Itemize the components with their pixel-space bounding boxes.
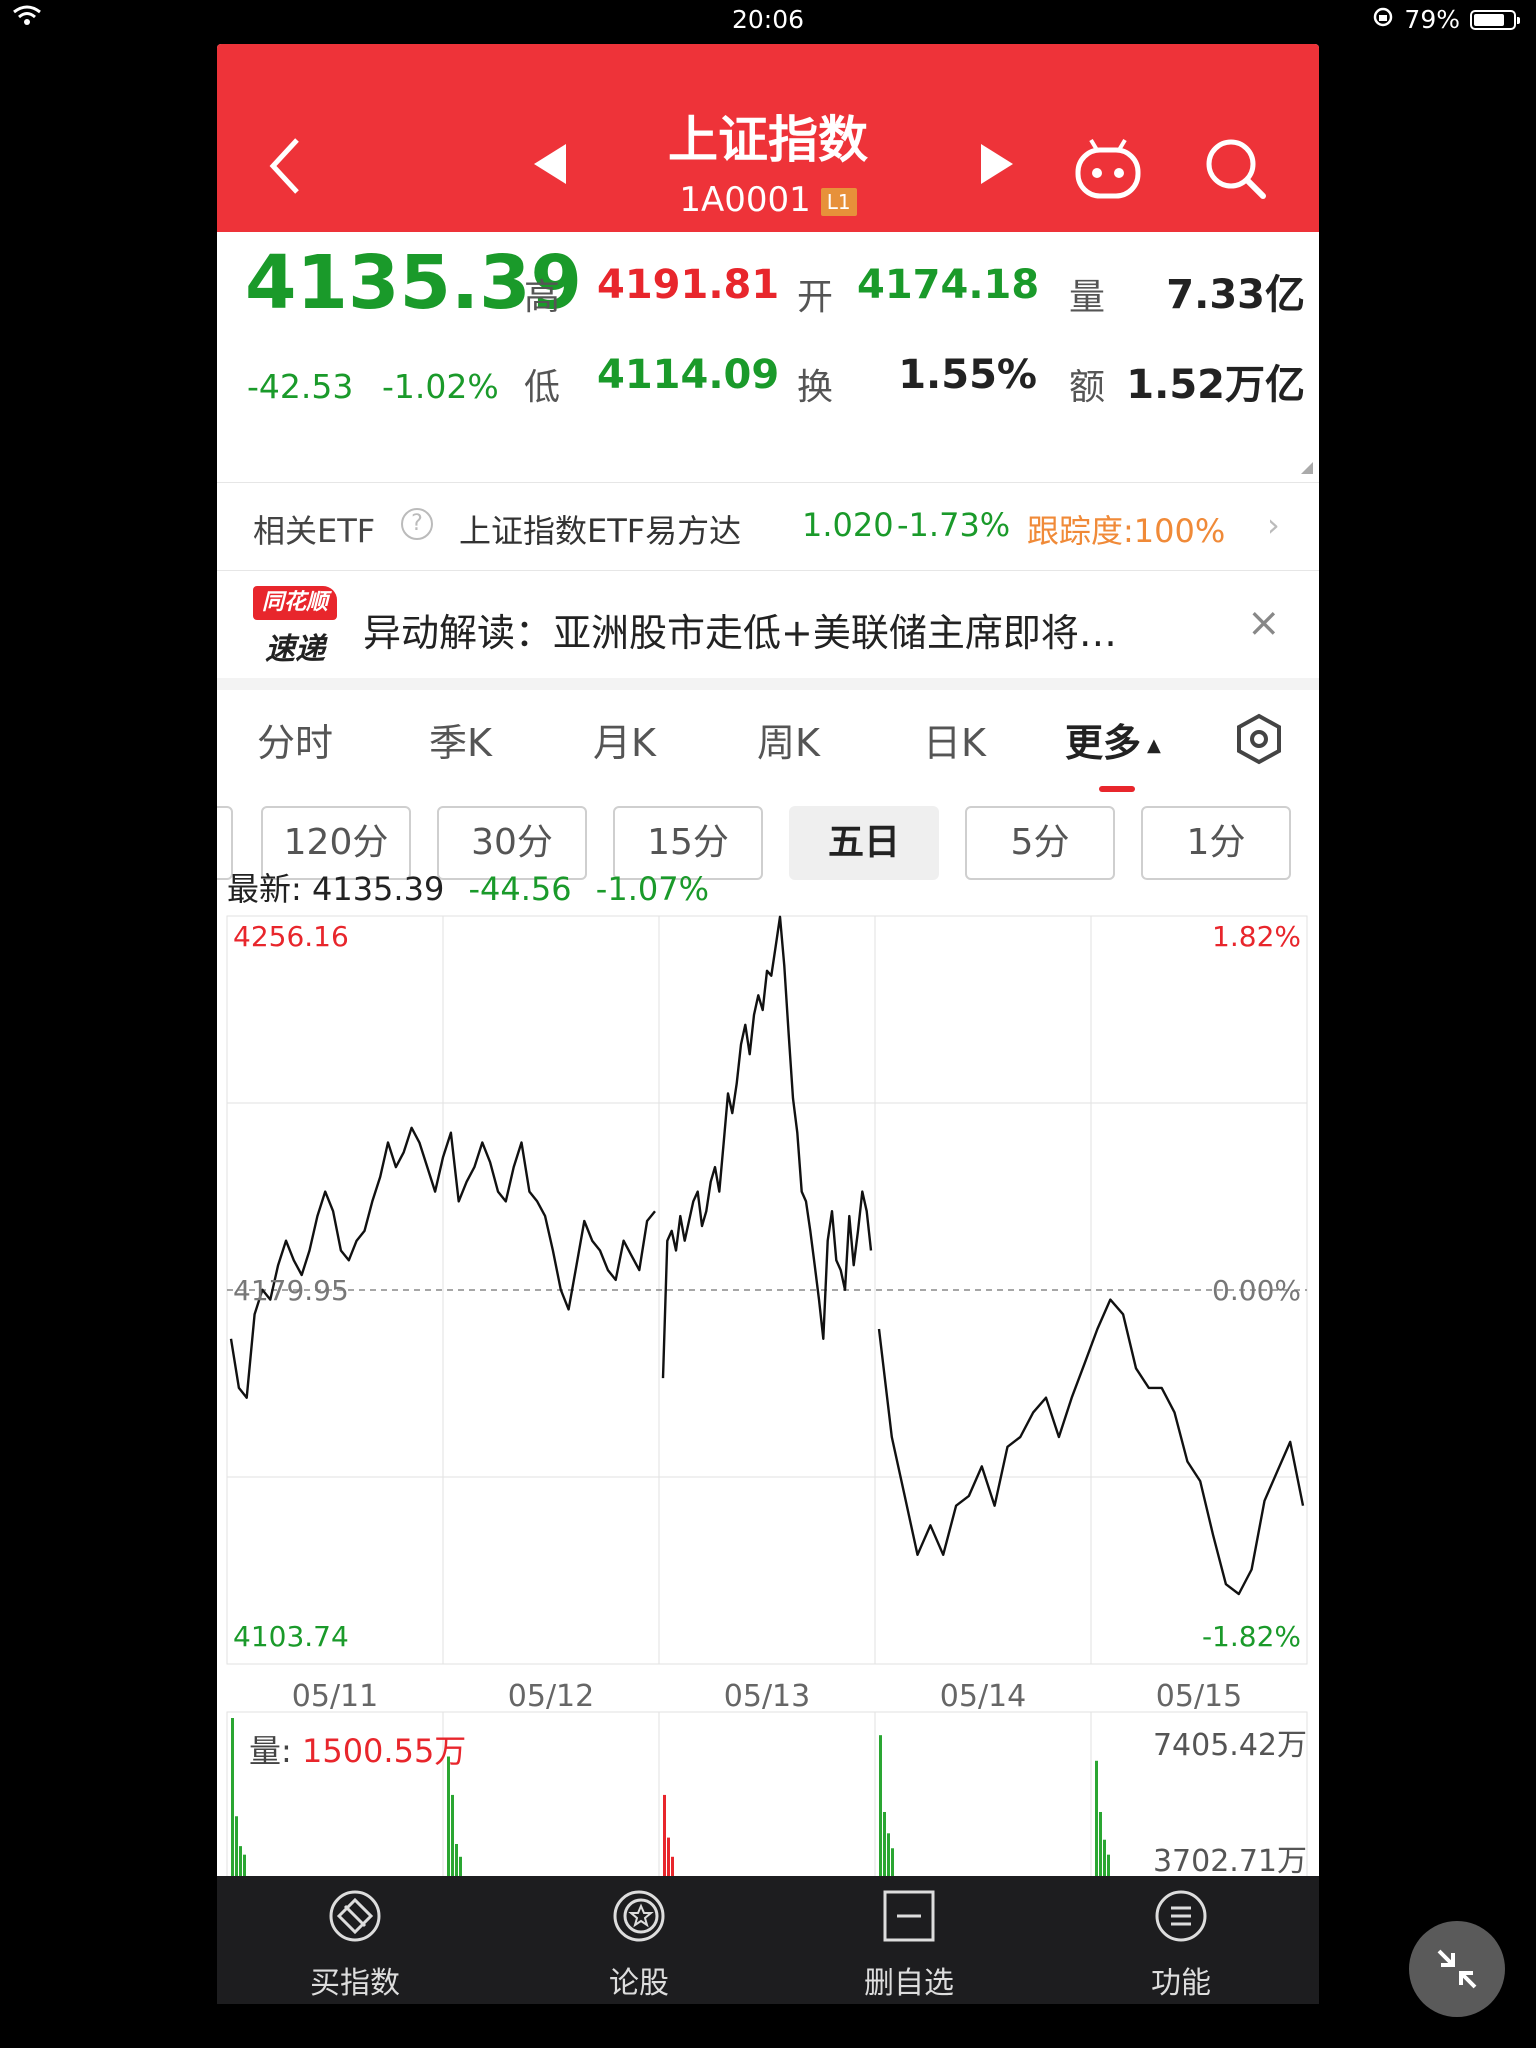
battery-percent: 79% — [1404, 5, 1460, 34]
discuss-stock-button[interactable]: 论股 — [539, 1886, 739, 2002]
volume-bar — [667, 1837, 670, 1876]
functions-label: 功能 — [1151, 1966, 1211, 2001]
pct-ref-label: 0.00% — [1212, 1274, 1301, 1307]
volume-bar — [891, 1848, 894, 1876]
app-window: 上证指数 1A0001 L1 4135.39 -42.53 -1.02% 高 41… — [217, 44, 1319, 2004]
volume-bar — [1095, 1760, 1098, 1876]
remove-watchlist-icon — [883, 1890, 935, 1942]
buy-index-label: 买指数 — [310, 1966, 400, 2001]
volume-bar — [243, 1854, 246, 1876]
shrink-icon — [1437, 1949, 1477, 1989]
volume-bar — [459, 1856, 462, 1876]
rotation-lock-icon — [1372, 5, 1394, 34]
functions-button[interactable]: 功能 — [1081, 1886, 1281, 2002]
volume-max: 7405.42万 — [1152, 1728, 1307, 1763]
five-day-chart[interactable]: 4256.16 4179.95 4103.74 1.82% 0.00% -1.82% 05/… — [217, 44, 1319, 1876]
volume-bar — [883, 1811, 886, 1876]
volume-bar — [235, 1816, 238, 1876]
volume-bar — [1103, 1839, 1106, 1876]
menu-icon — [1155, 1890, 1207, 1942]
volume-mid: 3702.71万 — [1152, 1844, 1307, 1879]
y-max-label: 4256.16 — [233, 920, 349, 953]
buy-index-icon — [329, 1890, 381, 1942]
volume-bar — [1107, 1854, 1110, 1876]
volume-value: 1500.55万 — [301, 1732, 467, 1770]
volume-bar — [447, 1756, 450, 1876]
collapse-floating-button[interactable] — [1409, 1921, 1505, 2017]
y-ref-label: 4179.95 — [233, 1274, 349, 1307]
remove-watchlist-label: 删自选 — [864, 1966, 954, 2001]
status-time: 20:06 — [731, 5, 805, 34]
x-date-label: 05/13 — [724, 1679, 810, 1714]
pct-max-label: 1.82% — [1212, 920, 1301, 953]
remove-watchlist-button[interactable]: 删自选 — [809, 1886, 1009, 2002]
discuss-stock-icon — [613, 1890, 665, 1942]
x-date-label: 05/14 — [940, 1679, 1026, 1714]
volume-bar — [231, 1718, 234, 1876]
battery-icon — [1470, 9, 1520, 30]
price-series-line — [661, 915, 873, 1379]
x-date-label: 05/11 — [292, 1679, 378, 1714]
y-min-label: 4103.74 — [233, 1620, 349, 1653]
volume-readout: 量: 1500.55万 — [249, 1726, 466, 1772]
volume-bar — [887, 1833, 890, 1876]
bottom-toolbar: 买指数 论股 删自选 功能 — [217, 1876, 1319, 2004]
volume-label: 量: — [249, 1732, 292, 1770]
volume-bar — [455, 1843, 458, 1876]
volume-bar — [451, 1794, 454, 1876]
volume-bar — [1099, 1811, 1102, 1876]
pct-min-label: -1.82% — [1202, 1620, 1301, 1653]
x-date-label: 05/12 — [508, 1679, 594, 1714]
x-date-label: 05/15 — [1156, 1679, 1242, 1714]
discuss-stock-label: 论股 — [609, 1966, 669, 2001]
status-bar: 20:06 79% — [0, 0, 1536, 44]
buy-index-button[interactable]: 买指数 — [255, 1886, 455, 2002]
volume-bar — [671, 1856, 674, 1876]
volume-bar — [239, 1846, 242, 1876]
volume-bar — [663, 1794, 666, 1876]
volume-bar — [879, 1735, 882, 1876]
